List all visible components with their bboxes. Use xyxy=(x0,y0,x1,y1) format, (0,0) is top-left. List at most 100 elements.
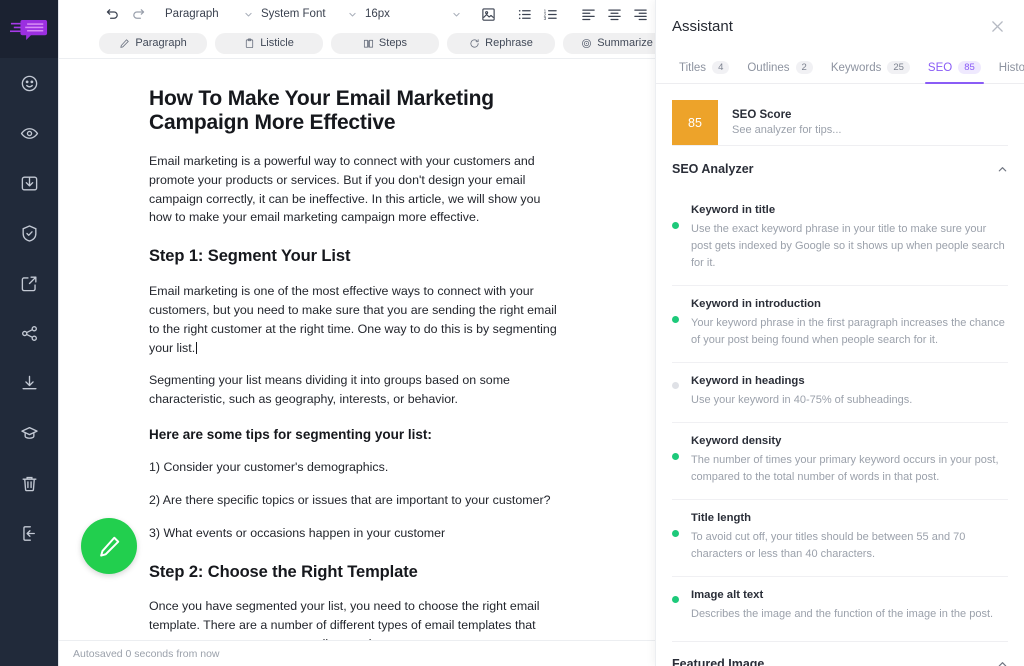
seo-analyzer-heading: SEO Analyzer xyxy=(672,162,754,176)
chip-summarize-label: Summarize xyxy=(597,37,653,49)
featured-image-section-header[interactable]: Featured Image xyxy=(672,640,1008,666)
step-1-paragraph-1[interactable]: Email marketing is one of the most effec… xyxy=(149,282,559,357)
align-center-button[interactable] xyxy=(601,2,627,26)
sidebar-item-preview[interactable] xyxy=(0,108,58,158)
pencil-icon xyxy=(99,536,119,557)
sidebar-item-learn[interactable] xyxy=(0,408,58,458)
sidebar-item-plagiarism[interactable] xyxy=(0,208,58,258)
text-cursor xyxy=(196,341,198,354)
sidebar-item-inbox[interactable] xyxy=(0,158,58,208)
tab-keywords-badge: 25 xyxy=(887,61,910,74)
analyzer-item: Keyword density The number of times your… xyxy=(672,423,1008,501)
sidebar-item-share[interactable] xyxy=(0,308,58,358)
shield-check-icon xyxy=(21,224,37,242)
tab-titles[interactable]: Titles 4 xyxy=(670,52,738,84)
font-size-select[interactable]: 16px xyxy=(365,2,469,26)
left-sidebar xyxy=(0,0,58,666)
block-style-select[interactable]: Paragraph xyxy=(165,2,261,26)
chip-steps[interactable]: Steps xyxy=(331,32,439,54)
chip-listicle[interactable]: Listicle xyxy=(215,32,323,54)
chat-bubble-logo[interactable] xyxy=(0,0,58,58)
compose-fab-button[interactable] xyxy=(81,518,137,574)
clipboard-icon xyxy=(246,38,254,48)
analyzer-item: Keyword in headings Use your keyword in … xyxy=(672,363,1008,424)
assistant-panel: Assistant Titles 4 Outlines 2 Keywords 2… xyxy=(655,0,1024,666)
align-left-button[interactable] xyxy=(575,2,601,26)
seo-score-label: SEO Score xyxy=(732,109,792,121)
status-indicator-dot xyxy=(672,316,679,324)
document-title[interactable]: How To Make Your Email Marketing Campaig… xyxy=(149,87,561,135)
tab-outlines[interactable]: Outlines 2 xyxy=(738,52,821,84)
close-button[interactable] xyxy=(986,15,1008,37)
undo-button[interactable] xyxy=(99,2,125,26)
tab-history[interactable]: History xyxy=(990,52,1024,84)
image-icon xyxy=(481,7,495,21)
sidebar-item-logout[interactable] xyxy=(0,508,58,558)
analyzer-item-title: Title length xyxy=(691,512,752,525)
download-icon xyxy=(21,375,37,389)
chip-rephrase[interactable]: Rephrase xyxy=(447,32,555,54)
analyzer-item: Keyword in introduction Your keyword phr… xyxy=(672,286,1008,364)
chip-paragraph-label: Paragraph xyxy=(135,37,187,49)
chevron-up-icon xyxy=(997,659,1008,666)
font-family-value: System Font xyxy=(261,8,326,20)
step-1-paragraph-2[interactable]: Segmenting your list means dividing it i… xyxy=(149,371,559,409)
analyzer-item-title: Keyword density xyxy=(691,435,782,448)
seo-score-text: SEO Score See analyzer for tips... xyxy=(718,100,841,145)
analyzer-item: Image alt text Describes the image and t… xyxy=(672,577,1008,636)
align-right-button[interactable] xyxy=(627,2,653,26)
inbox-icon xyxy=(21,175,37,191)
pencil-icon xyxy=(120,38,129,48)
bulleted-list-button[interactable] xyxy=(511,2,537,26)
graduation-cap-icon xyxy=(20,426,38,439)
chat-bubble-logo-icon xyxy=(10,19,48,40)
tab-keywords[interactable]: Keywords 25 xyxy=(822,52,919,84)
app-root: Paragraph System Font 16px 1 2 3 Paragra… xyxy=(0,0,1024,666)
analyzer-item-description: Use your keyword in 40-75% of subheading… xyxy=(691,394,913,407)
tip-item-3[interactable]: 3) What events or occasions happen in yo… xyxy=(149,524,559,543)
sidebar-item-smiley[interactable] xyxy=(0,58,58,108)
tab-outlines-label: Outlines xyxy=(747,61,790,74)
seo-score-card: 85 SEO Score See analyzer for tips... xyxy=(672,100,1008,146)
seo-score-badge: 85 xyxy=(672,100,718,145)
tip-item-2[interactable]: 2) Are there specific topics or issues t… xyxy=(149,491,559,510)
trash-icon xyxy=(21,476,37,491)
analyzer-item: Keyword in title Use the exact keyword p… xyxy=(672,192,1008,287)
status-indicator-dot xyxy=(672,453,679,461)
numbered-list-button[interactable]: 1 2 3 xyxy=(537,2,563,26)
analyzer-item-description: The number of times your primary keyword… xyxy=(691,454,999,484)
insert-image-button[interactable] xyxy=(475,2,501,26)
analyzer-item-title: Keyword in introduction xyxy=(691,298,821,311)
tip-item-1[interactable]: 1) Consider your customer's demographics… xyxy=(149,458,559,477)
analyzer-item-title: Keyword in title xyxy=(691,204,776,216)
redo-icon xyxy=(132,8,144,19)
tab-titles-badge: 4 xyxy=(712,61,730,74)
chip-rephrase-label: Rephrase xyxy=(485,37,533,49)
sidebar-item-download[interactable] xyxy=(0,358,58,408)
refresh-icon xyxy=(470,38,479,48)
step-2-paragraph-1[interactable]: Once you have segmented your list, you n… xyxy=(149,597,559,640)
analyzer-item-description: Use the exact keyword phrase in your tit… xyxy=(691,223,1005,270)
seo-score-sublabel: See analyzer for tips... xyxy=(732,124,842,136)
redo-button[interactable] xyxy=(125,2,151,26)
analyzer-item-description: Your keyword phrase in the first paragra… xyxy=(691,317,1005,347)
font-family-select[interactable]: System Font xyxy=(261,2,365,26)
analyzer-item: Title length To avoid cut off, your titl… xyxy=(672,500,1008,578)
logout-icon xyxy=(22,525,35,541)
numbered-list-icon: 1 2 3 xyxy=(543,8,557,21)
analyzer-item-title: Image alt text xyxy=(691,589,764,602)
document-intro-paragraph[interactable]: Email marketing is a powerful way to con… xyxy=(149,152,559,227)
sidebar-item-delete[interactable] xyxy=(0,458,58,508)
chevron-down-icon xyxy=(452,10,461,19)
tab-seo[interactable]: SEO 85 xyxy=(919,52,990,84)
book-icon xyxy=(363,39,373,48)
tab-history-label: History xyxy=(998,61,1024,74)
chip-steps-label: Steps xyxy=(378,37,408,49)
status-indicator-dot xyxy=(672,530,679,538)
sidebar-item-open-external[interactable] xyxy=(0,258,58,308)
svg-text:3: 3 xyxy=(543,16,546,21)
analyzer-item-description: To avoid cut off, your titles should be … xyxy=(691,531,966,561)
seo-analyzer-section-header[interactable]: SEO Analyzer xyxy=(672,146,1008,192)
chip-paragraph[interactable]: Paragraph xyxy=(99,32,207,54)
undo-icon xyxy=(106,8,118,19)
